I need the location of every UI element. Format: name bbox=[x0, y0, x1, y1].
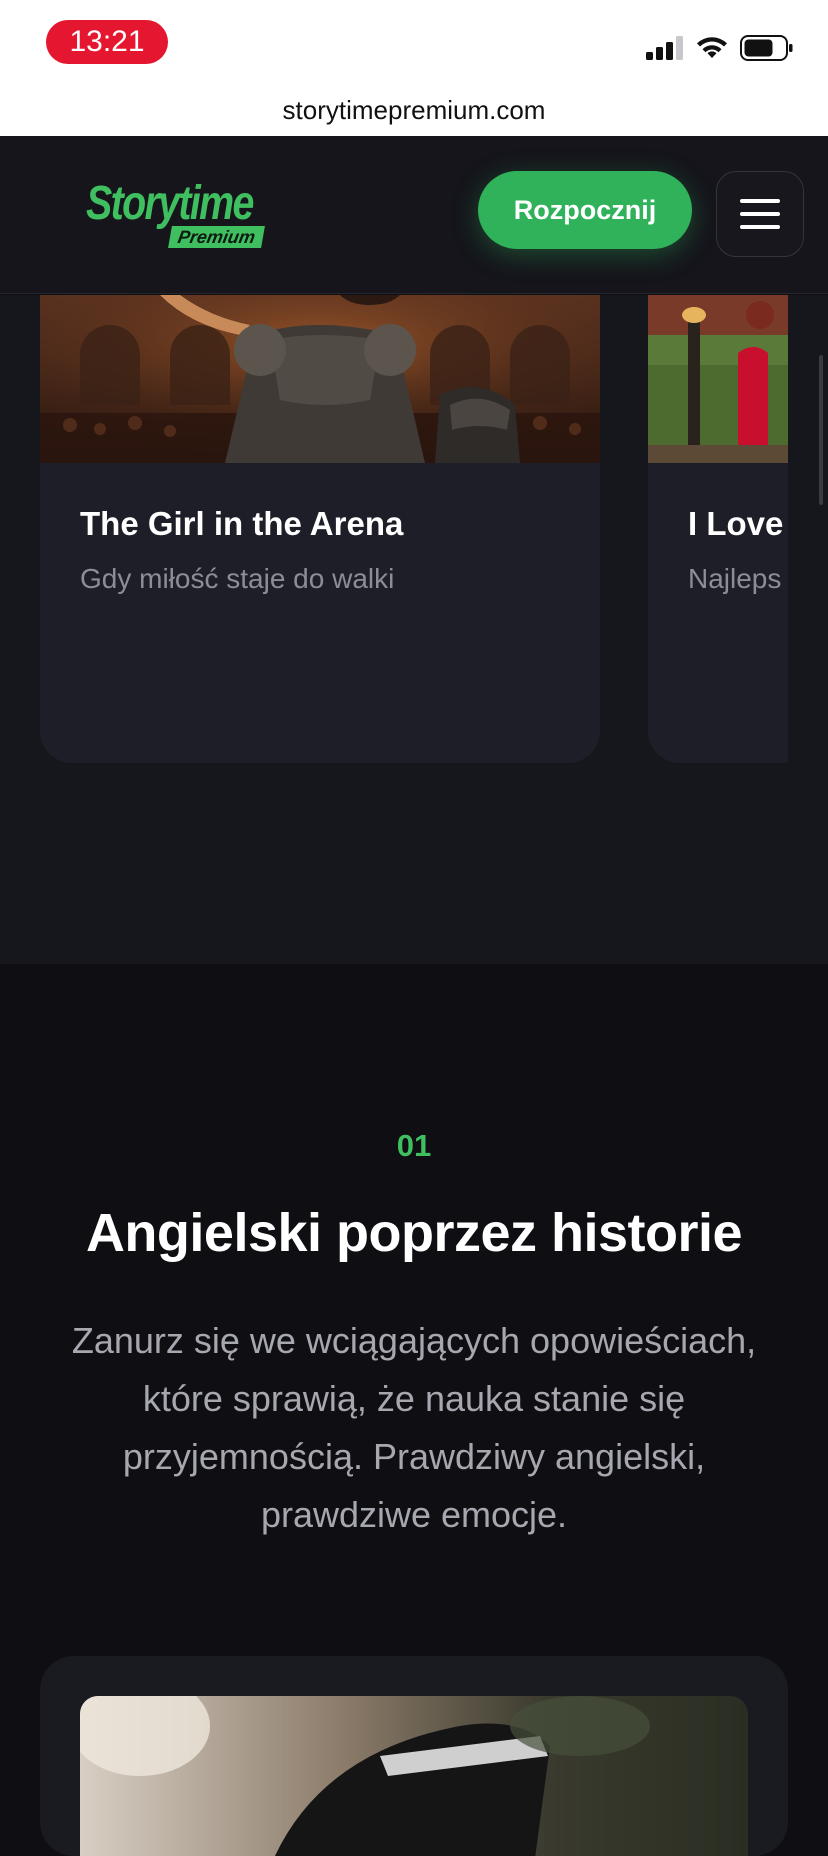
wifi-icon bbox=[697, 37, 727, 58]
feature-title: Angielski poprzez historie bbox=[85, 1203, 743, 1263]
hamburger-menu-button[interactable] bbox=[716, 171, 804, 257]
status-time: 13:21 bbox=[46, 20, 168, 64]
logo-premium-badge: Premium bbox=[168, 226, 265, 248]
story-cover-image bbox=[648, 295, 788, 463]
feature-description: Zanurz się we wciągających opowieściach,… bbox=[71, 1320, 757, 1535]
story-title: The Girl in the Arena bbox=[80, 505, 404, 542]
feature-media-card bbox=[40, 1656, 788, 1856]
story-cover-image bbox=[40, 295, 600, 463]
story-title: I Love bbox=[688, 505, 784, 542]
logo-wordmark: Storytime bbox=[86, 177, 254, 230]
park-illustration bbox=[648, 295, 788, 463]
menu-icon-line bbox=[740, 199, 780, 203]
battery-icon bbox=[740, 35, 793, 61]
feature-section: 01 Angielski poprzez historie Zanurz się… bbox=[0, 964, 828, 1856]
tablet-photo bbox=[80, 1696, 748, 1856]
story-card[interactable]: I Love Najleps bbox=[648, 295, 788, 763]
page-scrollbar[interactable] bbox=[819, 355, 823, 505]
arena-illustration bbox=[40, 295, 600, 463]
story-carousel[interactable]: The Girl in the Arena Gdy miłość staje d… bbox=[0, 295, 828, 964]
feature-number: 01 bbox=[396, 1128, 432, 1163]
story-subtitle: Gdy miłość staje do walki bbox=[80, 563, 395, 594]
feature-image bbox=[80, 1696, 748, 1856]
story-card[interactable]: The Girl in the Arena Gdy miłość staje d… bbox=[40, 295, 600, 763]
start-button[interactable]: Rozpocznij bbox=[478, 171, 692, 249]
story-subtitle: Najleps bbox=[688, 563, 782, 594]
status-bar: 13:21 bbox=[0, 0, 828, 88]
site-logo[interactable]: Storytime Premium bbox=[86, 176, 265, 252]
menu-icon-line bbox=[740, 212, 780, 216]
site-header: Storytime Premium Rozpocznij bbox=[0, 136, 828, 294]
signal-icon bbox=[646, 36, 683, 60]
status-icons bbox=[646, 32, 794, 64]
menu-icon-line bbox=[740, 225, 780, 229]
browser-url[interactable]: storytimepremium.com bbox=[0, 88, 828, 136]
